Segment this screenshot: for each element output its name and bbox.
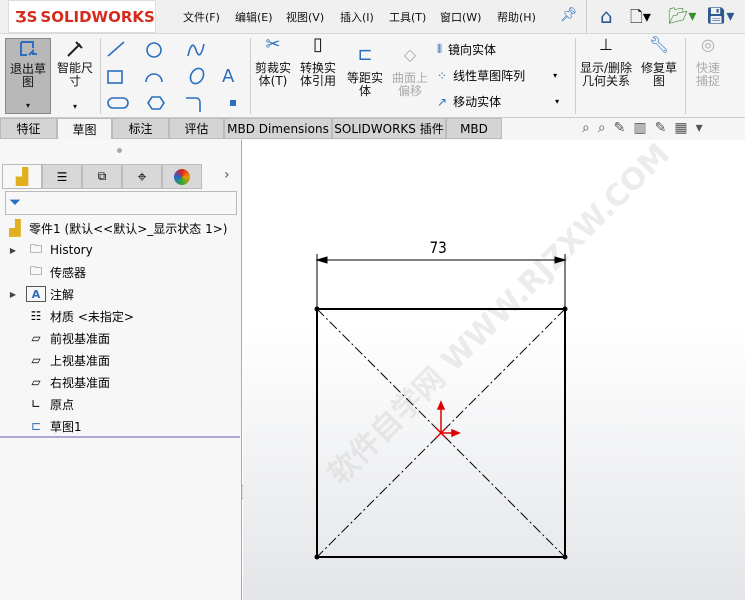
offset-icon: ⊏ — [357, 44, 373, 65]
tab-markup[interactable]: 标注 — [112, 118, 169, 139]
feature-manager-tab[interactable]: ▟ — [2, 164, 42, 189]
configuration-icon: ⧉ — [97, 169, 107, 183]
plane-icon: ▱ — [31, 375, 41, 389]
sensor-folder-icon: 🗀 — [29, 263, 42, 278]
plane-icon: ▱ — [31, 331, 41, 345]
exit-sketch-button[interactable]: 退出草图 ▾ — [5, 38, 51, 114]
wrench-icon: 🔧︎ — [648, 35, 670, 54]
expand-arrow-icon[interactable]: ▶ — [0, 246, 26, 255]
solidworks-logo[interactable]: ƷS SOLIDWORKS — [8, 0, 156, 33]
chevron-right-icon[interactable]: › — [224, 167, 230, 183]
menu-edit[interactable]: 编辑(E) — [235, 9, 273, 25]
origin-icon: ∟ — [30, 397, 42, 411]
color-wheel-icon — [174, 168, 190, 185]
snap-icon: ◎ — [701, 35, 715, 54]
annotation-folder-icon: A — [26, 286, 46, 302]
ds-logo-icon: ƷS — [15, 7, 38, 26]
convert-entities-button[interactable]: ▯ 转换实体引用 — [297, 34, 339, 88]
linear-pattern-icon: ⁘ — [437, 68, 448, 83]
relations-icon: ⊥ — [599, 35, 613, 54]
tree-item-sensors[interactable]: 🗀 传感器 — [0, 261, 240, 283]
tab-solidworks-addins[interactable]: SOLIDWORKS 插件 — [332, 118, 446, 139]
rollback-bar[interactable] — [0, 436, 240, 438]
menu-tools[interactable]: 工具(T) — [389, 9, 426, 25]
tree-root-part[interactable]: ▟ 零件1 (默认<<默认>_显示状态 1>) — [0, 217, 240, 239]
text-tool-icon: A — [222, 66, 235, 87]
linear-pattern-button[interactable]: ⁘ 线性草图阵列 ▾ — [437, 67, 557, 84]
trim-entities-button[interactable]: ✂ 剪裁实体(T) — [252, 34, 294, 88]
menu-insert[interactable]: 插入(I) — [340, 9, 374, 25]
graphics-area[interactable]: 软件自学网 WWW.RJZXW.COM 73 — [243, 137, 745, 600]
offset-entities-button[interactable]: ⊏ 等距实体 — [344, 44, 386, 98]
tab-mbd[interactable]: MBD — [446, 118, 502, 139]
display-delete-relations-button[interactable]: ⊥ 显示/删除几何关系 — [578, 35, 634, 88]
home-icon[interactable]: ⌂ — [600, 4, 613, 28]
sketch-drawing[interactable] — [243, 140, 745, 600]
tab-evaluate[interactable]: 评估 — [169, 118, 224, 139]
dimxpert-tab[interactable]: ⌖ — [122, 164, 162, 189]
tab-sketch[interactable]: 草图 — [57, 118, 112, 139]
repair-sketch-button[interactable]: 🔧︎ 修复草图 — [638, 35, 680, 88]
tree-item-annotations[interactable]: ▶ A 注解 — [0, 283, 240, 305]
material-icon: ☷ — [30, 309, 42, 323]
crosshair-icon: ⌖ — [137, 166, 147, 186]
surface-offset-icon: ◇ — [403, 45, 417, 64]
tree-item-material[interactable]: ☷ 材质 <未指定> — [0, 305, 240, 327]
tab-mbd-dimensions[interactable]: MBD Dimensions — [224, 118, 332, 139]
filter-icon: ⏷ — [9, 193, 22, 211]
new-document-icon[interactable]: 🗋︎▾ — [630, 6, 651, 33]
menu-view[interactable]: 视图(V) — [286, 9, 324, 25]
title-bar: ƷS SOLIDWORKS 文件(F) 编辑(E) 视图(V) 插入(I) 工具(… — [0, 0, 745, 34]
menu-file[interactable]: 文件(F) — [183, 9, 220, 25]
move-icon: ↗ — [437, 94, 448, 109]
property-manager-tab[interactable]: ☰ — [42, 164, 82, 189]
sketch-tools-grid[interactable]: A — [102, 38, 248, 114]
tree-item-right-plane[interactable]: ▱ 右视基准面 — [0, 371, 240, 393]
display-manager-tab[interactable] — [162, 164, 202, 189]
history-folder-icon: 🗀 — [29, 241, 42, 256]
offset-on-surface-button[interactable]: ◇ 曲面上偏移 — [390, 45, 430, 98]
panel-splitter-handle[interactable] — [117, 148, 122, 153]
tree-item-top-plane[interactable]: ▱ 上视基准面 — [0, 349, 240, 371]
menu-help[interactable]: 帮助(H) — [497, 9, 536, 25]
configuration-manager-tab[interactable]: ⧉ — [82, 164, 122, 189]
tree-item-front-plane[interactable]: ▱ 前视基准面 — [0, 327, 240, 349]
cube-icon: ▯ — [313, 34, 323, 55]
save-icon[interactable]: 💾︎▾ — [706, 6, 734, 25]
tree-item-sketch1[interactable]: ⊏ 草图1 — [0, 415, 240, 437]
command-tabs: 特征 草图 标注 评估 MBD Dimensions SOLIDWORKS 插件… — [0, 118, 745, 140]
move-entities-button[interactable]: ↗ 移动实体 ▾ — [437, 93, 559, 110]
quick-snaps-button[interactable]: ◎ 快速捕捉 — [688, 35, 728, 88]
smart-dimension-icon — [67, 41, 83, 57]
tree-item-history[interactable]: ▶ 🗀 History — [0, 239, 240, 261]
expand-arrow-icon[interactable]: ▶ — [0, 290, 26, 299]
feature-manager-panel: ▟ ☰ ⧉ ⌖ › ⏷ ▟ 零件1 (默认<<默认>_显示状态 1>) ▶ 🗀 His… — [0, 140, 247, 600]
menu-window[interactable]: 窗口(W) — [440, 9, 481, 25]
exit-sketch-icon — [20, 41, 37, 56]
dimension-value[interactable]: 73 — [430, 238, 447, 257]
origin-marker — [435, 400, 461, 439]
list-icon: ☰ — [56, 169, 68, 184]
part-icon: ▟ — [9, 219, 21, 237]
command-manager: 退出草图 ▾ 智能尺寸 ▾ A ✂ 剪裁实体(T) ▯ 转换实体引用 ⊏ 等距实体 ◇ 曲面… — [0, 34, 745, 118]
plane-icon: ▱ — [31, 353, 41, 367]
filter-box[interactable]: ⏷ — [5, 191, 237, 215]
tab-features[interactable]: 特征 — [0, 118, 57, 139]
mirror-entities-button[interactable]: ⫴ 镜向实体 — [437, 41, 496, 58]
tree-item-origin[interactable]: ∟ 原点 — [0, 393, 240, 415]
sketch-icon: ⊏ — [30, 419, 42, 433]
part-icon: ▟ — [15, 167, 29, 186]
open-icon[interactable]: 📂︎▾ — [668, 6, 696, 25]
scissors-icon: ✂ — [265, 34, 281, 55]
smart-dimension-button[interactable]: 智能尺寸 ▾ — [54, 38, 96, 113]
pin-icon[interactable]: 📌︎ — [560, 7, 578, 23]
mirror-icon: ⫴ — [437, 42, 443, 56]
